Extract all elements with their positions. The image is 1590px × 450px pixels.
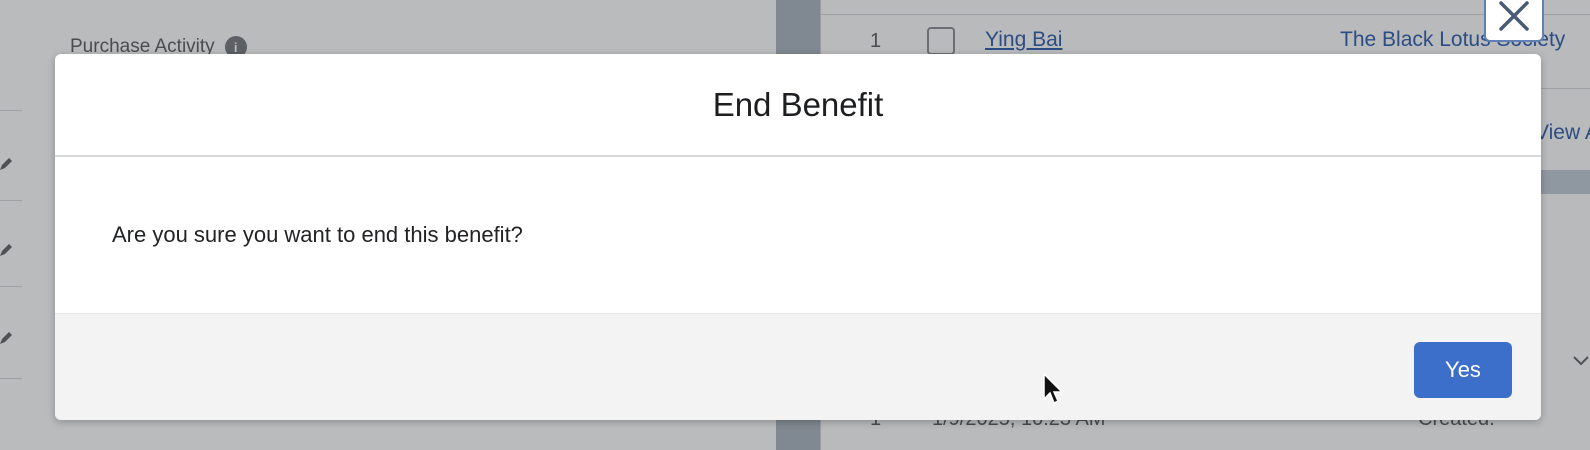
confirmation-message: Are you sure you want to end this benefi… (112, 222, 523, 247)
contact-name-link[interactable]: Ying Bai (985, 28, 1062, 52)
row-checkbox[interactable] (927, 27, 955, 55)
close-modal-button[interactable] (1484, 0, 1544, 42)
list-divider (0, 286, 22, 287)
end-benefit-modal: End Benefit Are you sure you want to end… (55, 54, 1541, 420)
modal-header: End Benefit (55, 54, 1541, 157)
pencil-icon (0, 244, 12, 256)
row-number: 1 (870, 30, 882, 52)
chevron-down-icon[interactable] (1572, 352, 1590, 370)
pencil-icon (0, 158, 12, 170)
modal-body: Are you sure you want to end this benefi… (55, 157, 1541, 313)
list-divider (0, 200, 22, 201)
pencil-icon (0, 332, 12, 344)
modal-title: End Benefit (712, 85, 884, 123)
yes-button[interactable]: Yes (1414, 342, 1512, 398)
list-divider (0, 378, 22, 379)
list-divider (0, 110, 22, 111)
close-icon (1499, 1, 1529, 31)
mouse-cursor-icon (1043, 373, 1063, 405)
view-all-link[interactable]: View All (1535, 121, 1590, 145)
modal-footer: Yes (55, 313, 1541, 420)
table-row-divider (820, 14, 1590, 15)
